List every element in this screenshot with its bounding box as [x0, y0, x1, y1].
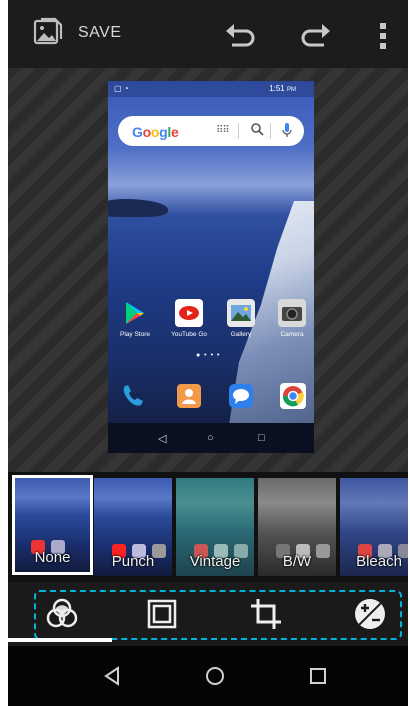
filter-label: Punch	[111, 553, 155, 570]
camera-app: Camera	[272, 299, 312, 338]
filter-vintage[interactable]: Vintage	[176, 478, 254, 576]
contacts-icon	[174, 381, 204, 411]
app-label: Play Store	[120, 331, 150, 338]
filter-label: Bleach	[356, 553, 402, 570]
back-icon[interactable]	[100, 664, 124, 688]
crop-icon[interactable]	[248, 596, 284, 632]
preview-time: 1:51 PM	[269, 84, 296, 93]
app-label: Camera	[280, 331, 304, 338]
apps-grid-icon: ⠿⠿	[216, 125, 230, 136]
notification-icon: ▢ ◔	[114, 84, 129, 93]
recent-apps-icon: □	[258, 432, 265, 444]
filter-scroll-indicator	[8, 638, 112, 642]
editor-toolbar: SAVE	[8, 0, 408, 68]
play-store-icon	[121, 299, 149, 327]
edit-canvas[interactable]: ▢ ◔ 1:51 PM Google ⠿⠿ Play Store YouTube…	[8, 68, 408, 472]
save-button[interactable]: SAVE	[78, 24, 122, 42]
filter-strip[interactable]: None Punch Vintage B/W Bleach	[8, 472, 408, 582]
recent-apps-icon[interactable]	[306, 664, 330, 688]
page-indicator: ● • • •	[196, 352, 221, 359]
system-nav-bar	[8, 646, 408, 706]
home-icon: ○	[207, 432, 214, 444]
save-icon[interactable]	[30, 14, 66, 50]
filter-bw[interactable]: B/W	[258, 478, 336, 576]
preview-status-bar: ▢ ◔ 1:51 PM	[108, 81, 314, 97]
divider	[238, 123, 239, 139]
phone-icon	[118, 381, 148, 411]
youtube-go-app: YouTube Go	[169, 299, 209, 338]
preview-search-bar: Google ⠿⠿	[118, 116, 304, 146]
preview-nav-bar: ◁ ○ □	[108, 423, 314, 453]
filter-label: None	[34, 549, 71, 566]
app-label: YouTube Go	[170, 331, 208, 338]
filter-bleach[interactable]: Bleach	[340, 478, 408, 576]
undo-icon[interactable]	[220, 18, 262, 54]
home-icon[interactable]	[203, 664, 227, 688]
filter-punch[interactable]: Punch	[94, 478, 172, 576]
filter-label: Vintage	[189, 553, 241, 570]
more-vert-icon[interactable]	[370, 18, 396, 54]
image-preview[interactable]: ▢ ◔ 1:51 PM Google ⠿⠿ Play Store YouTube…	[108, 81, 314, 453]
redo-icon[interactable]	[294, 18, 336, 54]
messages-icon	[226, 381, 256, 411]
gallery-icon	[227, 299, 255, 327]
divider	[270, 123, 271, 139]
exposure-icon[interactable]	[352, 596, 388, 632]
search-icon	[250, 122, 264, 136]
filter-none[interactable]: None	[12, 475, 93, 575]
google-logo: Google	[132, 124, 179, 140]
app-label: Gallery	[230, 331, 252, 338]
mic-icon	[280, 122, 294, 138]
edit-tools-bar	[8, 582, 408, 646]
frame-icon[interactable]	[144, 596, 180, 632]
youtube-go-icon	[175, 299, 203, 327]
chrome-icon	[278, 381, 308, 411]
filters-icon[interactable]	[44, 596, 80, 632]
device-screen: SAVE ▢ ◔ 1:51 PM Google ⠿⠿ Play Store Yo…	[8, 0, 408, 706]
camera-icon	[278, 299, 306, 327]
play-store-app: Play Store	[115, 299, 155, 338]
back-icon: ◁	[158, 433, 167, 445]
filter-label: B/W	[282, 553, 312, 570]
landmass	[108, 199, 168, 217]
tools-highlight-frame	[34, 590, 402, 640]
gallery-app: Gallery	[221, 299, 261, 338]
